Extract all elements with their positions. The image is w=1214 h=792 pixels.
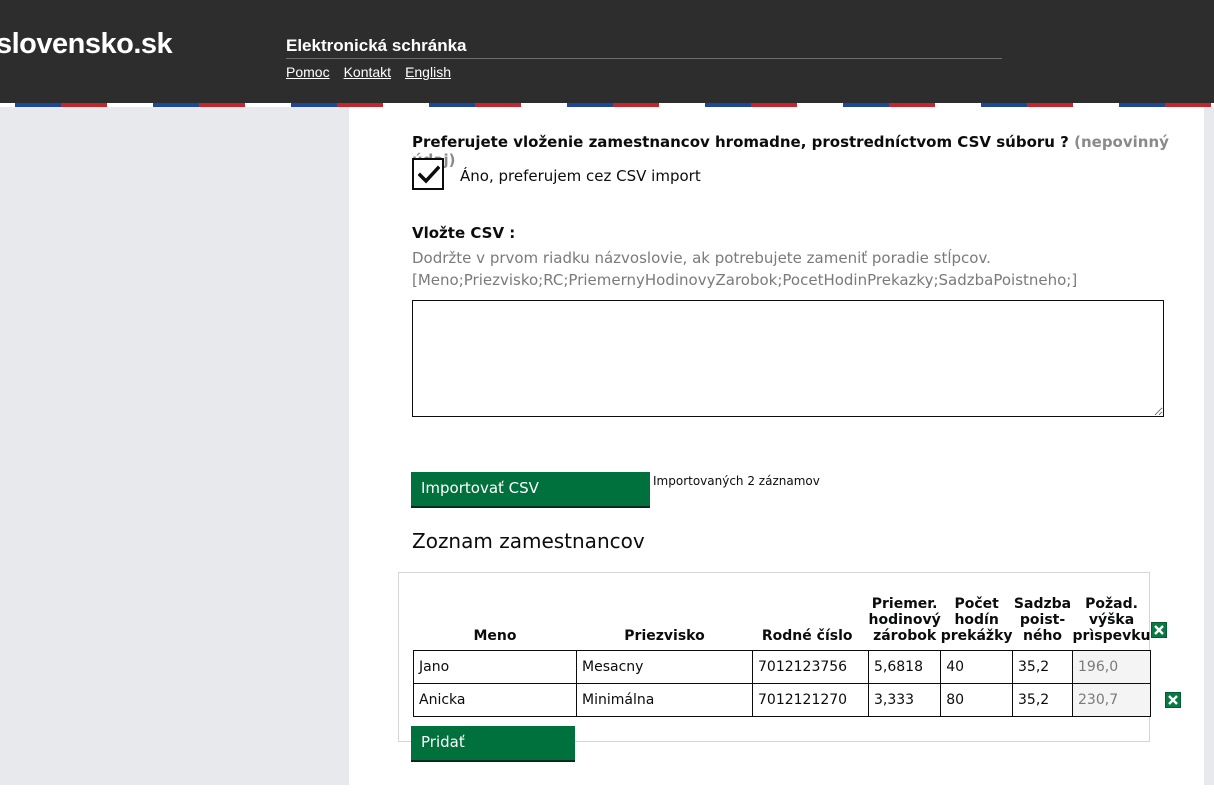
cell-prispevok: 196,0 <box>1072 649 1151 684</box>
right-gutter <box>1204 107 1214 785</box>
cell-zarobok[interactable]: 3,333 <box>867 682 942 717</box>
cell-prispevok: 230,7 <box>1072 682 1151 717</box>
left-sidebar <box>0 107 349 785</box>
csv-preference-checkbox[interactable] <box>412 158 444 190</box>
cell-priezvisko[interactable]: Minimálna <box>576 682 753 717</box>
cell-zarobok[interactable]: 5,6818 <box>867 649 942 684</box>
csv-preference-question: Preferujete vloženie zamestnancov hromad… <box>412 133 1214 169</box>
add-employee-button[interactable]: Pridať zamestnanca <box>411 726 575 784</box>
table-row: Anicka Minimálna 7012121270 3,333 80 35,… <box>413 682 1187 717</box>
service-title: Elektronická schránka <box>286 36 467 55</box>
table-row: Jano Mesacny 7012123756 5,6818 40 35,2 1… <box>413 649 1187 684</box>
column-header-priezvisko: Priezvisko <box>624 627 705 644</box>
cell-sadzba[interactable]: 35,2 <box>1012 649 1074 684</box>
csv-hint-line1: Dodržte v prvom riadku názvoslovie, ak p… <box>412 249 991 267</box>
delete-x-icon[interactable] <box>1150 622 1167 638</box>
delete-row-cell <box>1151 683 1187 716</box>
csv-hint-line2: [Meno;Priezvisko;RC;PriemernyHodinovyZar… <box>412 271 1078 289</box>
header-nav: Pomoc Kontakt English <box>286 64 451 80</box>
cell-sadzba[interactable]: 35,2 <box>1012 682 1074 717</box>
csv-preference-checkbox-label[interactable]: Áno, preferujem cez CSV import <box>460 167 701 185</box>
site-header: slovensko.sk Elektronická schránka Pomoc… <box>0 0 1214 107</box>
csv-input-textarea[interactable] <box>412 300 1164 417</box>
employee-table: Meno Priezvisko Rodné číslo Priemer. hod… <box>413 576 1187 717</box>
cell-meno[interactable]: Anicka <box>413 682 577 717</box>
csv-input-label: Vložte CSV : <box>412 224 516 242</box>
nav-link-help[interactable]: Pomoc <box>286 64 330 80</box>
import-csv-button[interactable]: Importovať CSV zamestnancov <box>411 472 650 530</box>
employee-list-title: Zoznam zamestnancov <box>412 529 645 553</box>
header-divider <box>286 58 1002 59</box>
column-header-prispevok: Požad. výška prìspevku <box>1072 595 1151 644</box>
cell-meno[interactable]: Jano <box>413 649 577 684</box>
cell-rodne-cislo[interactable]: 7012123756 <box>752 649 869 684</box>
table-header-row: Meno Priezvisko Rodné číslo Priemer. hod… <box>414 576 1187 650</box>
nav-link-english[interactable]: English <box>405 64 451 80</box>
import-status-text: Importovaných 2 záznamov <box>653 474 820 488</box>
nav-link-contact[interactable]: Kontakt <box>344 64 391 80</box>
cell-priezvisko[interactable]: Mesacny <box>576 649 753 684</box>
delete-header-cell <box>1150 576 1187 650</box>
column-header-hodiny: Počet hodín prekážky <box>940 595 1013 644</box>
column-header-sadzba: Sadzba poist- ného <box>1013 595 1072 644</box>
cell-hodiny[interactable]: 80 <box>940 682 1014 717</box>
column-header-zarobok: Priemer. hodinový zárobok <box>868 595 941 644</box>
csv-question-text: Preferujete vloženie zamestnancov hromad… <box>412 133 1069 151</box>
column-header-rodne-cislo: Rodné číslo <box>761 627 853 644</box>
cell-hodiny[interactable]: 40 <box>940 649 1014 684</box>
site-logo[interactable]: slovensko.sk <box>0 28 173 61</box>
checkmark-icon <box>418 165 440 184</box>
delete-cell-empty <box>1151 650 1187 683</box>
column-header-meno: Meno <box>473 627 517 644</box>
cell-rodne-cislo[interactable]: 7012121270 <box>752 682 869 717</box>
delete-x-icon[interactable] <box>1165 691 1181 708</box>
